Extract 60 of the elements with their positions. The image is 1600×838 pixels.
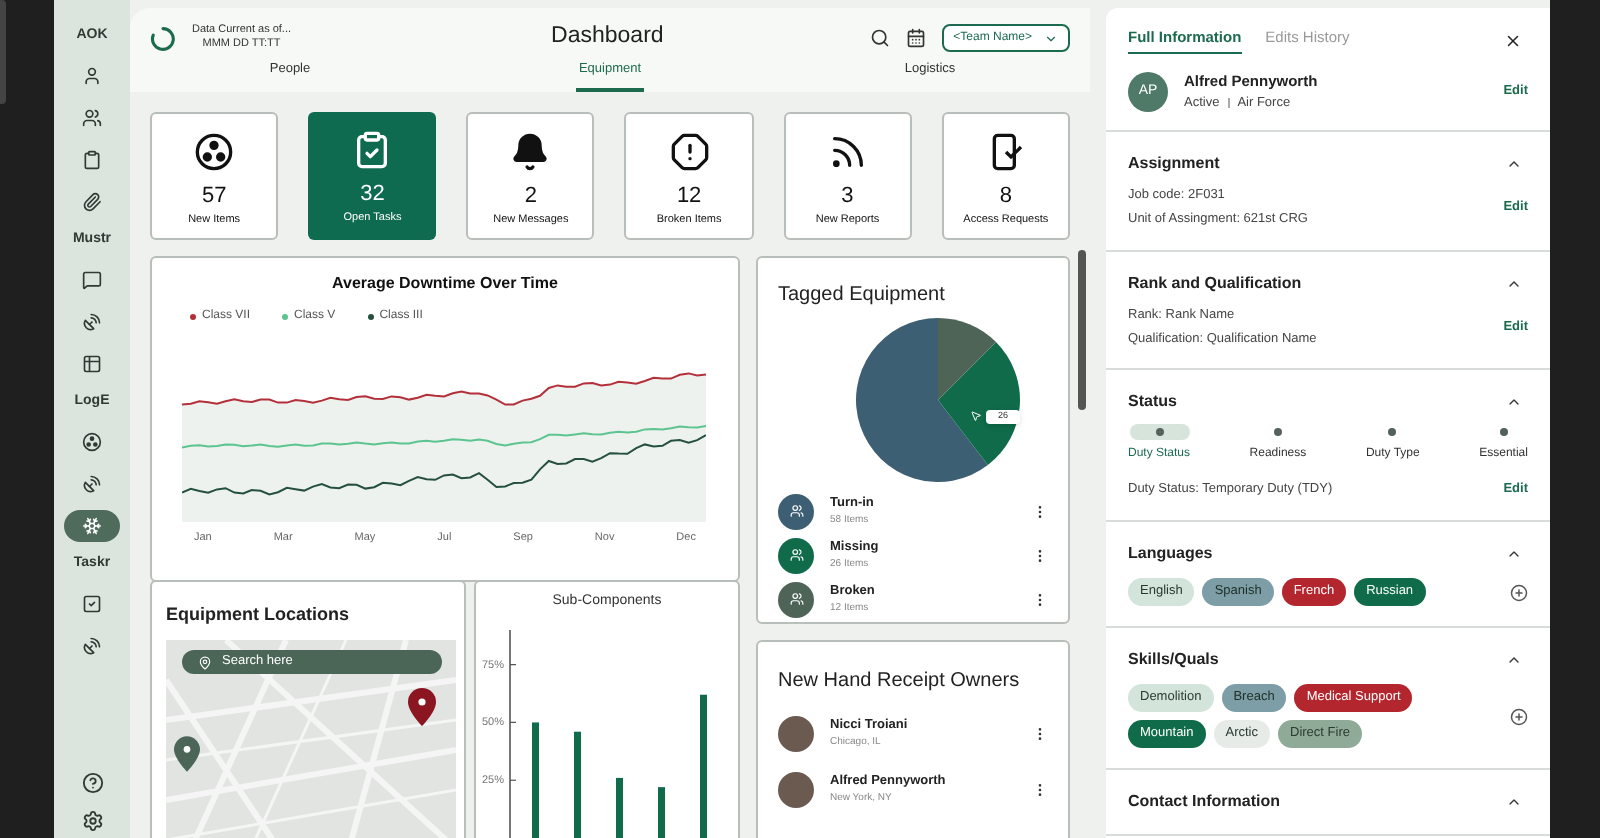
chart-title: Average Downtime Over Time — [330, 271, 560, 296]
section-title: Languages — [1128, 542, 1213, 566]
broadcast-icon — [827, 131, 868, 172]
chevron-icon[interactable] — [1506, 794, 1522, 810]
pin-icon — [198, 655, 212, 670]
bar — [615, 778, 622, 838]
stat-value: 2 — [524, 183, 537, 208]
close-icon[interactable] — [1504, 31, 1522, 50]
clipboard-icon — [82, 150, 102, 170]
people-icon — [789, 592, 803, 607]
calendar-icon[interactable] — [905, 28, 926, 48]
card-title: New Hand Receipt Owners — [778, 667, 1022, 696]
table-icon — [82, 354, 102, 374]
dots-circle-icon — [194, 131, 235, 172]
paperclip-icon — [82, 192, 102, 212]
avatar — [778, 771, 814, 808]
stat-value: 8 — [999, 183, 1012, 208]
satellite-dish-icon — [82, 312, 102, 332]
bar — [699, 695, 706, 838]
section-title: Contact Information — [1128, 790, 1280, 814]
page-title: Dashboard — [551, 22, 664, 53]
people-icon — [82, 108, 102, 128]
bar — [531, 722, 538, 838]
people-icon — [789, 548, 803, 563]
chevron-icon[interactable] — [1506, 652, 1522, 668]
section-title: Rank and Qualification — [1128, 271, 1302, 296]
bell-icon — [510, 131, 551, 172]
cursor-icon — [970, 410, 982, 423]
map-pin-icon — [174, 736, 200, 773]
satellite-dish-icon — [82, 474, 102, 494]
chat-icon — [82, 270, 102, 290]
help-icon[interactable] — [81, 772, 103, 794]
caret-icon — [1044, 31, 1058, 45]
chevron-icon[interactable] — [1506, 546, 1522, 562]
clipboard-check-icon — [352, 129, 393, 170]
search-icon[interactable] — [869, 28, 890, 48]
loading-spinner-icon — [150, 25, 176, 51]
card-title: Tagged Equipment — [778, 281, 947, 310]
stat-value: 3 — [841, 183, 854, 208]
bar — [657, 787, 664, 838]
settings-icon[interactable] — [81, 810, 103, 832]
stat-value: 32 — [360, 181, 385, 206]
section-title: Assignment — [1128, 152, 1220, 177]
alert-icon — [669, 131, 710, 172]
section-title: Skills/Quals — [1128, 648, 1219, 672]
dots-circle-icon — [82, 432, 102, 452]
bar — [573, 732, 580, 838]
checkbox-icon — [82, 594, 102, 614]
map-pin-icon — [408, 688, 436, 727]
section-title: Status — [1128, 390, 1177, 415]
sidebar-item[interactable] — [64, 510, 120, 542]
stat-value: 12 — [676, 183, 702, 208]
add-icon[interactable] — [1510, 707, 1528, 725]
card-title: Equipment Locations — [166, 601, 352, 628]
add-icon[interactable] — [1510, 583, 1528, 601]
satellite-dish-icon — [82, 636, 102, 656]
avatar — [778, 715, 814, 752]
people-icon — [789, 504, 803, 519]
person-icon — [82, 66, 102, 86]
stat-value: 57 — [201, 183, 227, 208]
